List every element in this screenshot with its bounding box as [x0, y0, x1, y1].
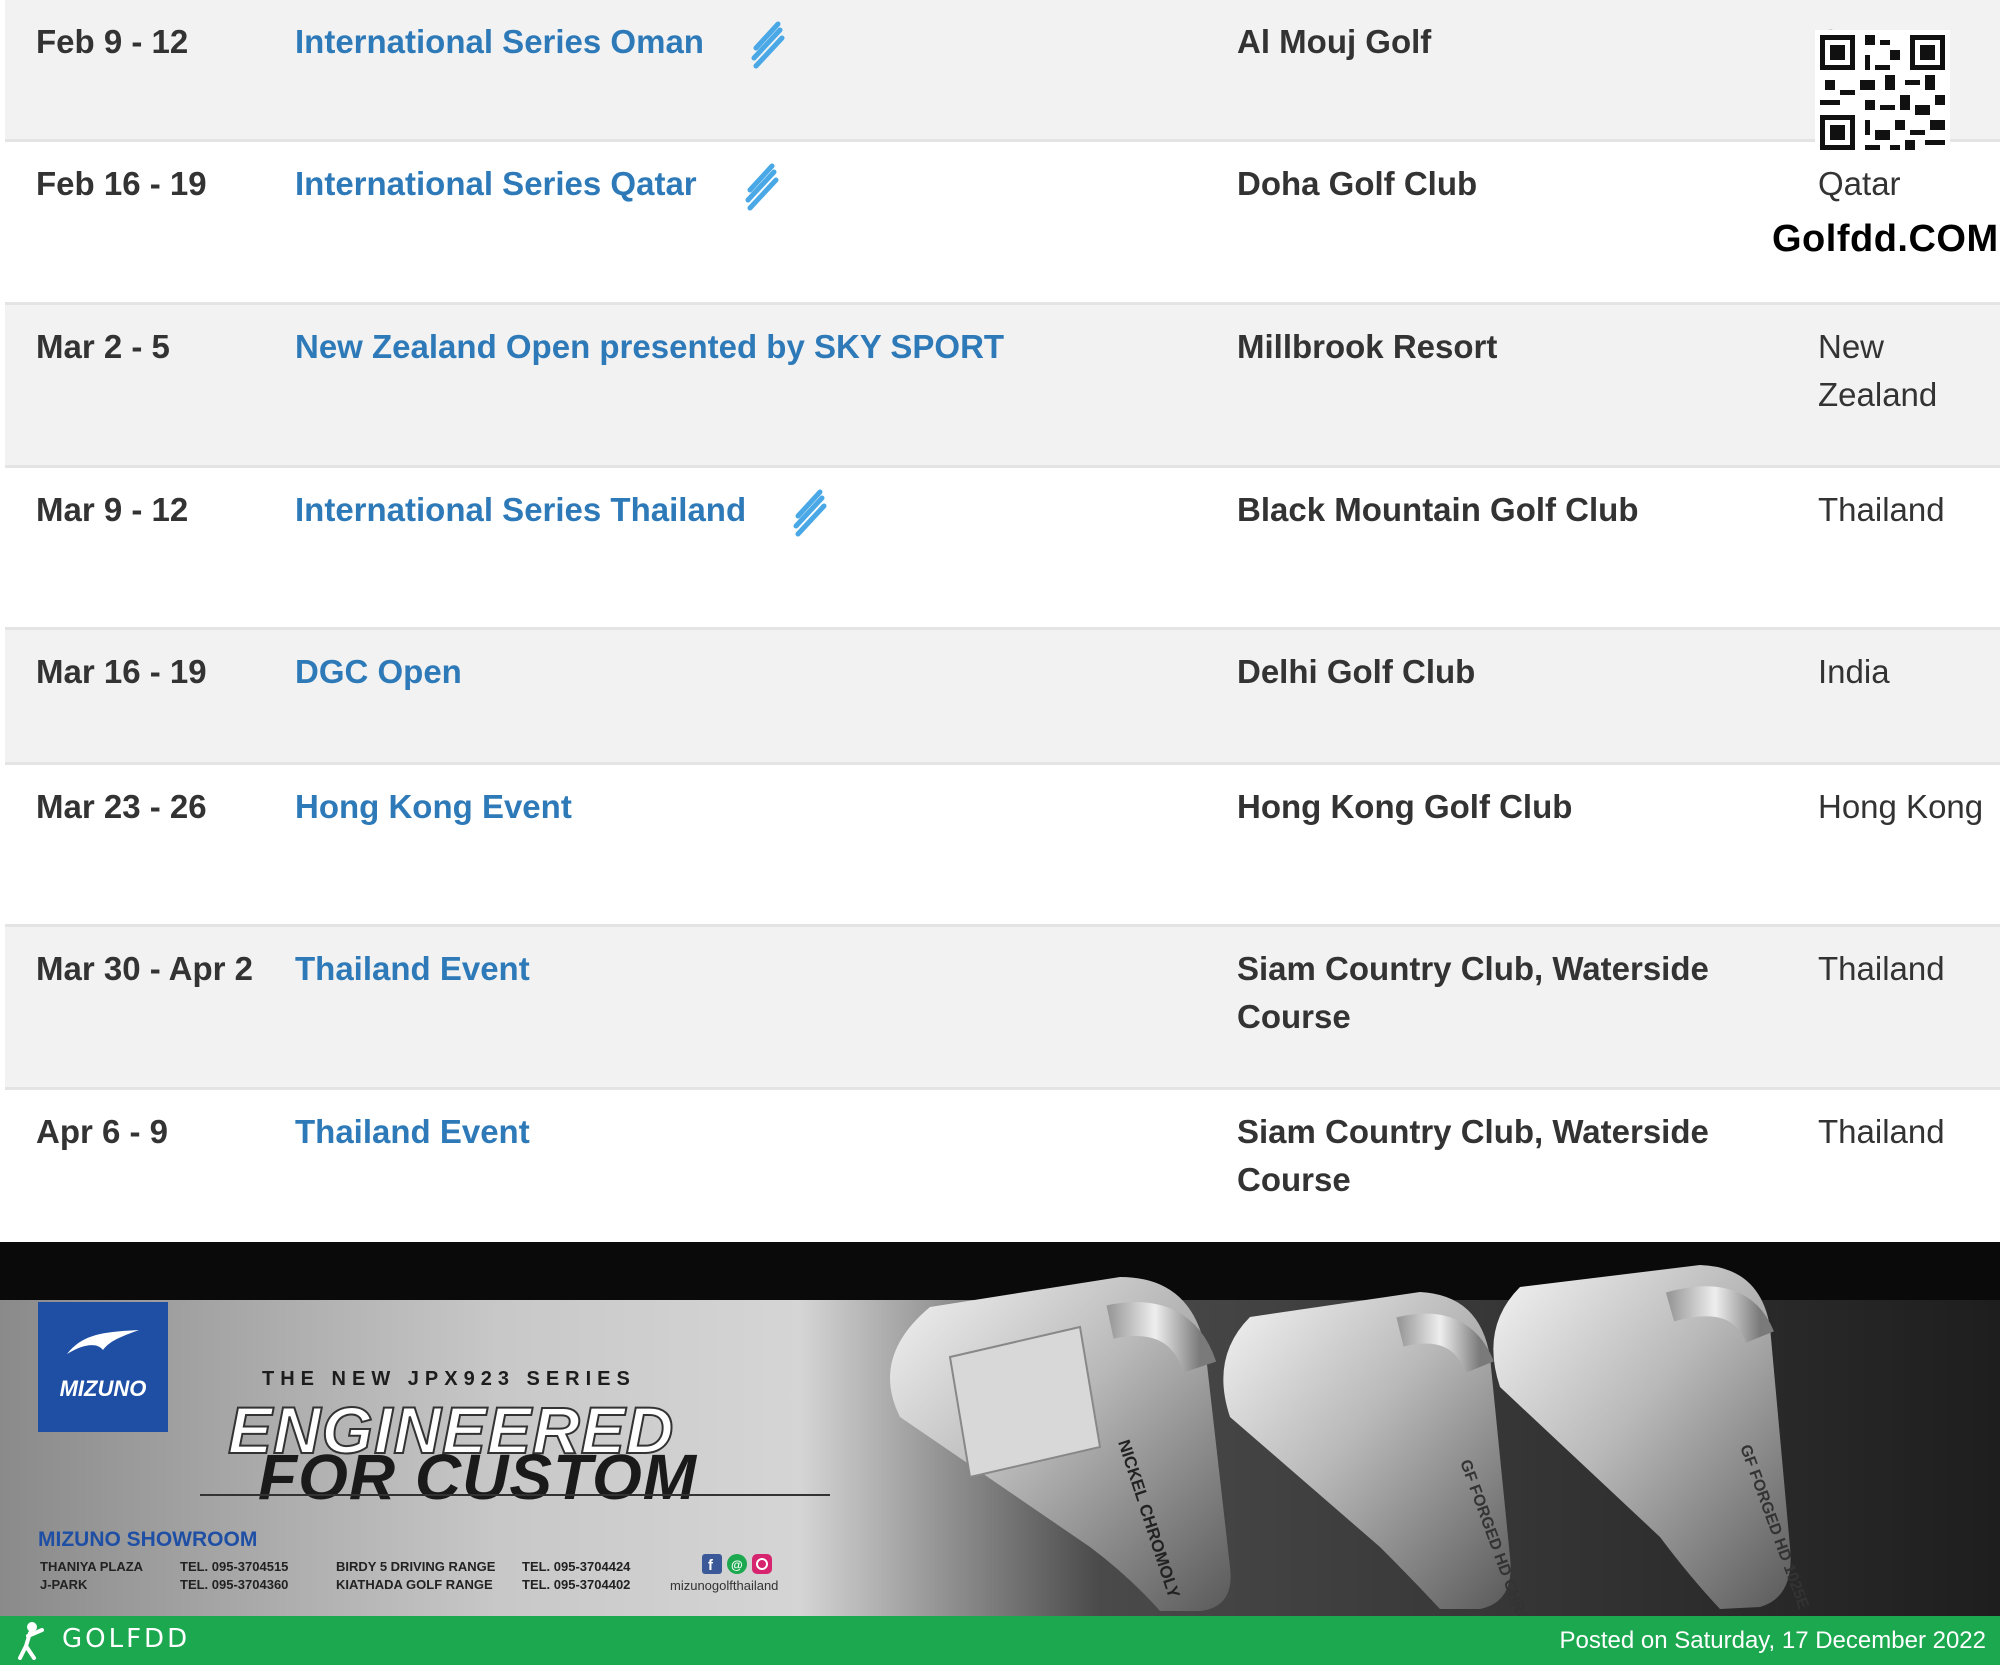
event-date: Mar 9 - 12 — [36, 491, 189, 528]
international-series-icon — [745, 163, 779, 211]
site-watermark: Golfdd.COM — [1772, 218, 1999, 260]
event-date: Apr 6 - 9 — [36, 1113, 169, 1150]
event-link[interactable]: International Series Qatar — [295, 160, 697, 208]
event-link[interactable]: DGC Open — [295, 648, 462, 696]
event-date: Mar 16 - 19 — [36, 653, 207, 690]
event-link[interactable]: New Zealand Open presented by SKY SPORT — [295, 323, 1004, 371]
event-date: Feb 16 - 19 — [36, 165, 207, 202]
event-link[interactable]: International Series Oman — [295, 18, 704, 66]
venue: Doha Golf Club — [1237, 165, 1478, 202]
table-row: Mar 2 - 5 New Zealand Open presented by … — [5, 305, 2000, 468]
golfer-icon — [18, 1622, 44, 1660]
showroom-phone: TEL. 095-3704402 — [522, 1577, 631, 1592]
venue: Hong Kong Golf Club — [1237, 788, 1573, 825]
country: Thailand — [1818, 491, 1945, 528]
instagram-icon — [752, 1554, 772, 1574]
footer-bar: GOLFDD Posted on Saturday, 17 December 2… — [0, 1616, 2000, 1665]
country: New Zealand — [1818, 328, 1938, 413]
table-row: Apr 6 - 9 Thailand Event Siam Country Cl… — [5, 1090, 2000, 1242]
showroom-phone: TEL. 095-3704360 — [180, 1577, 289, 1592]
qr-code-icon — [1815, 30, 1950, 155]
venue: Millbrook Resort — [1237, 328, 1498, 365]
event-link[interactable]: Thailand Event — [295, 1108, 530, 1156]
country: Hong Kong — [1818, 788, 1984, 825]
table-row: Mar 30 - Apr 2 Thailand Event Siam Count… — [5, 927, 2000, 1090]
country: Thailand — [1818, 950, 1945, 987]
table-row: Mar 9 - 12 International Series Thailand… — [5, 468, 2000, 630]
showroom-place: BIRDY 5 DRIVING RANGE — [336, 1559, 496, 1574]
event-link[interactable]: Hong Kong Event — [295, 783, 572, 831]
footer-brand[interactable]: GOLFDD — [62, 1624, 190, 1654]
table-row: Feb 16 - 19 International Series Qatar D… — [5, 142, 2000, 305]
country: Thailand — [1818, 1113, 1945, 1150]
ad-headline-for-custom: FOR CUSTOM — [258, 1441, 698, 1513]
event-date: Feb 9 - 12 — [36, 23, 189, 60]
table-row: Mar 16 - 19 DGC Open Delhi Golf Club Ind… — [5, 630, 2000, 765]
mizuno-runbird-icon — [67, 1330, 139, 1354]
showroom-place: KIATHADA GOLF RANGE — [336, 1577, 493, 1592]
social-icons: f @ — [702, 1554, 772, 1574]
social-handle: mizunogolfthailand — [670, 1578, 779, 1593]
venue: Siam Country Club, Waterside Course — [1237, 1113, 1709, 1198]
posted-date: Posted on Saturday, 17 December 2022 — [1559, 1627, 1987, 1654]
table-row: Feb 9 - 12 International Series Oman Al … — [5, 0, 2000, 142]
event-link[interactable]: Thailand Event — [295, 945, 530, 993]
showroom-place: J-PARK — [40, 1577, 88, 1592]
venue: Black Mountain Golf Club — [1237, 491, 1639, 528]
venue: Siam Country Club, Waterside Course — [1237, 950, 1709, 1035]
showroom-title: MIZUNO SHOWROOM — [38, 1528, 258, 1551]
event-date: Mar 2 - 5 — [36, 328, 170, 365]
tour-schedule-table: Feb 9 - 12 International Series Oman Al … — [0, 0, 2000, 1242]
country: Qatar — [1818, 165, 1901, 202]
mizuno-wordmark: MIZUNO — [59, 1376, 147, 1401]
event-date: Mar 23 - 26 — [36, 788, 207, 825]
country: India — [1818, 653, 1890, 690]
showroom-phone: TEL. 095-3704424 — [522, 1559, 631, 1574]
ad-divider — [200, 1494, 830, 1496]
iron-clubs-image: GF FORGED HD 1025E GF FORGED HD CHROMOLY… — [890, 1265, 1812, 1616]
mizuno-ad-banner[interactable]: MIZUNO THE NEW JPX923 SERIES ENGINEERED … — [0, 1242, 2000, 1616]
venue: Al Mouj Golf — [1237, 23, 1432, 60]
ad-series-line: THE NEW JPX923 SERIES — [262, 1368, 636, 1390]
table-row: Mar 23 - 26 Hong Kong Event Hong Kong Go… — [5, 765, 2000, 927]
event-date: Mar 30 - Apr 2 — [36, 950, 254, 987]
showroom-phone: TEL. 095-3704515 — [180, 1559, 289, 1574]
event-link[interactable]: International Series Thailand — [295, 486, 746, 534]
mizuno-logo: MIZUNO — [38, 1302, 168, 1432]
svg-text:@: @ — [731, 1558, 743, 1572]
international-series-icon — [793, 489, 827, 537]
international-series-icon — [751, 21, 785, 69]
showroom-place: THANIYA PLAZA — [40, 1559, 144, 1574]
venue: Delhi Golf Club — [1237, 653, 1476, 690]
